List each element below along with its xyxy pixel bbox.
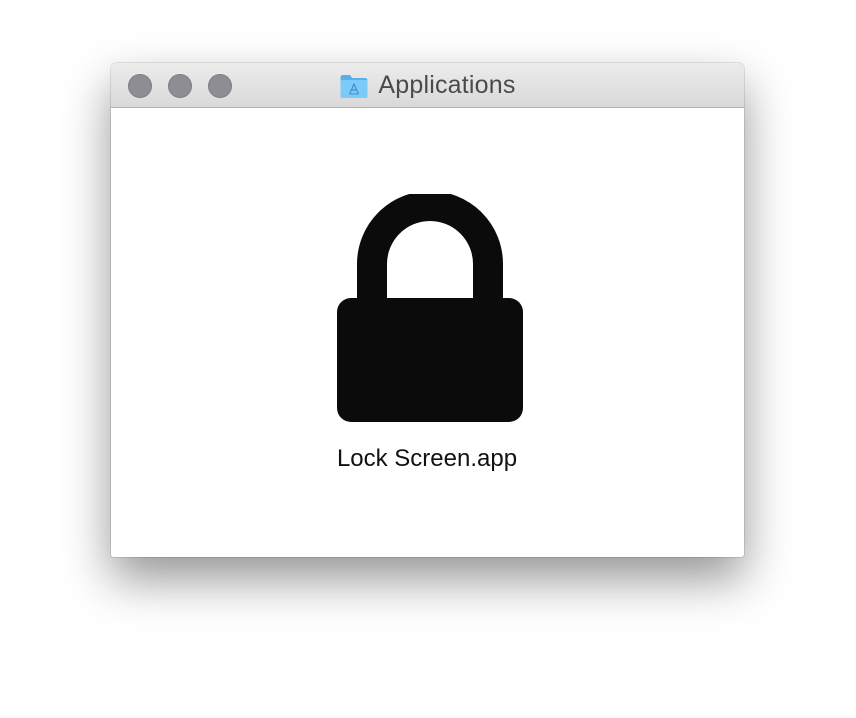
- window-title-group: Applications: [111, 63, 744, 108]
- finder-window[interactable]: Applications Lock Screen.app: [111, 63, 744, 557]
- zoom-icon[interactable]: [208, 74, 232, 98]
- window-title: Applications: [378, 71, 516, 99]
- title-bar[interactable]: Applications: [111, 63, 744, 108]
- close-icon[interactable]: [128, 74, 152, 98]
- lock-icon: [337, 194, 523, 422]
- file-item-lock-screen[interactable]: Lock Screen.app: [307, 188, 547, 478]
- file-name-label: Lock Screen.app: [336, 445, 518, 472]
- finder-content[interactable]: Lock Screen.app: [111, 108, 744, 557]
- applications-folder-icon: [340, 74, 368, 98]
- minimize-icon[interactable]: [168, 74, 192, 98]
- desktop: Applications Lock Screen.app: [0, 0, 856, 718]
